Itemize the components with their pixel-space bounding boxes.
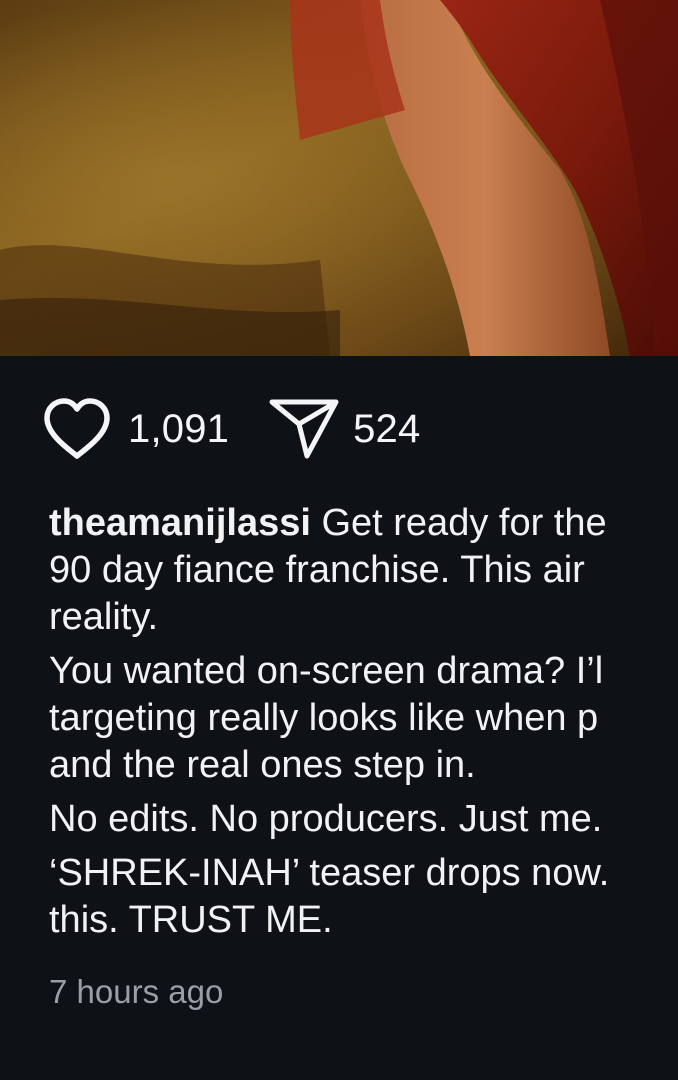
- caption-line: 90 day fiance franchise. This air: [49, 549, 585, 591]
- share-count: 524: [353, 406, 421, 451]
- post-caption: theamanijlassi Get ready for the 90 day …: [49, 500, 678, 944]
- share-button[interactable]: 524: [269, 398, 420, 460]
- paper-plane-icon[interactable]: [269, 398, 339, 460]
- caption-line: targeting really looks like when p: [49, 697, 599, 739]
- caption-text: Get ready for the: [310, 502, 607, 544]
- post-photo: [0, 0, 678, 356]
- caption-username[interactable]: theamanijlassi: [49, 502, 311, 544]
- like-count: 1,091: [128, 406, 230, 451]
- post-actions: 1,091 524: [42, 398, 420, 460]
- caption-line: You wanted on-screen drama? I’l: [49, 650, 604, 692]
- post-screen: 1,091 524 theamanijlassi Get ready for t…: [0, 0, 678, 1080]
- caption-line: this. TRUST ME.: [49, 899, 333, 941]
- caption-line: and the real ones step in.: [49, 744, 476, 786]
- heart-outline-icon[interactable]: [42, 398, 112, 460]
- caption-line: theamanijlassi Get ready for the: [49, 500, 678, 547]
- like-button[interactable]: 1,091: [42, 398, 229, 460]
- caption-line: ‘SHREK-INAH’ teaser drops now.: [49, 852, 610, 894]
- caption-line: reality.: [49, 596, 159, 638]
- caption-line: No edits. No producers. Just me.: [49, 798, 603, 840]
- post-image[interactable]: [0, 0, 678, 356]
- post-timestamp: 7 hours ago: [49, 973, 224, 1010]
